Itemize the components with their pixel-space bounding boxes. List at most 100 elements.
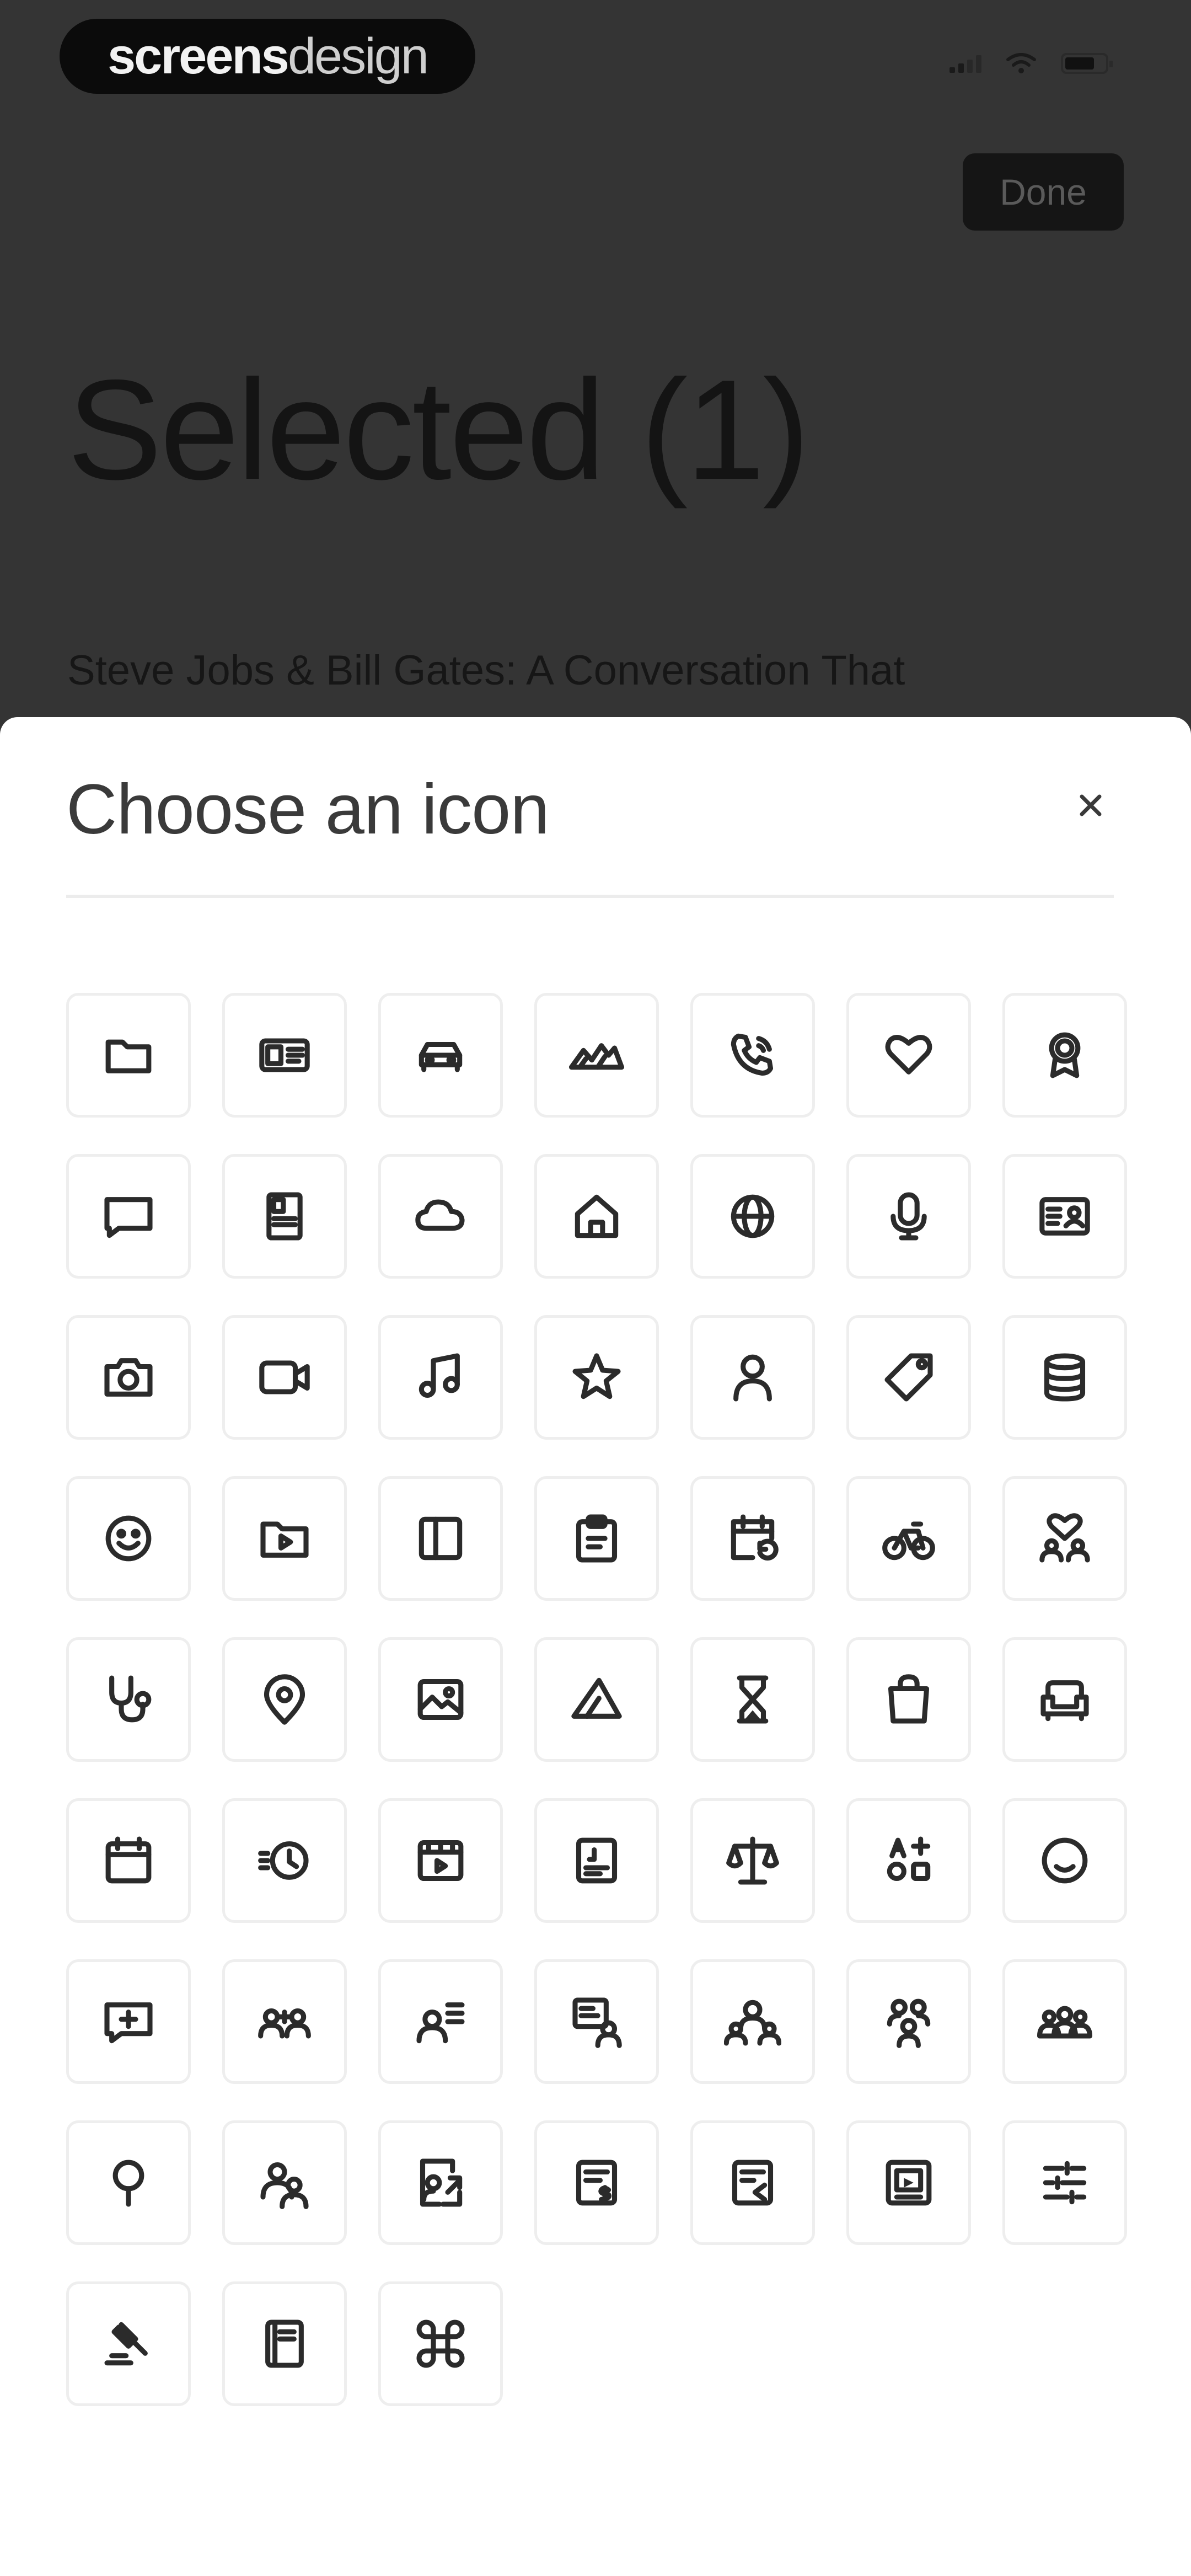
stethoscope-icon <box>109 1675 152 1723</box>
signal-icon <box>949 54 981 73</box>
icon-option[interactable] <box>66 2120 191 2245</box>
icon-option[interactable] <box>690 1798 815 1923</box>
sheet-title: Choose an icon <box>66 770 549 849</box>
icon-option[interactable] <box>846 1959 971 2084</box>
icon-option[interactable] <box>378 1798 503 1923</box>
icon-option[interactable] <box>66 1637 191 1762</box>
icon-option[interactable] <box>222 1476 347 1601</box>
icon-option[interactable] <box>690 1476 815 1601</box>
image-icon <box>417 1679 464 1720</box>
done-button[interactable]: Done <box>963 153 1124 231</box>
brand-logo: screens design <box>60 19 475 94</box>
icon-option[interactable] <box>1002 1315 1127 1440</box>
invoice-icon <box>576 2160 618 2206</box>
phone-icon <box>731 1033 774 1076</box>
icon-option[interactable] <box>534 1476 659 1601</box>
calendar-icon <box>105 1836 152 1884</box>
icon-option[interactable] <box>66 1959 191 2084</box>
icon-option[interactable] <box>222 1798 347 1923</box>
icon-option[interactable] <box>1002 2120 1127 2245</box>
icon-option[interactable] <box>222 993 347 1118</box>
user-badge-icon <box>572 1997 622 2048</box>
icon-option[interactable] <box>534 1315 659 1440</box>
brand-logo-part2: design <box>287 28 429 84</box>
icon-option[interactable] <box>690 1154 815 1279</box>
icon-option[interactable] <box>378 1154 503 1279</box>
camera-icon <box>104 1358 153 1397</box>
notebook-icon <box>265 2320 304 2368</box>
icon-option[interactable] <box>66 1798 191 1923</box>
team-icon <box>724 2000 781 2046</box>
users-couple-icon <box>258 2008 311 2039</box>
sliders-icon <box>1043 2161 1087 2205</box>
users-icon <box>260 2162 309 2209</box>
icon-grid <box>66 993 1127 2406</box>
icon-option[interactable] <box>846 1637 971 1762</box>
article-title[interactable]: Steve Jobs & Bill Gates: A Conversation … <box>67 646 905 694</box>
icon-option[interactable] <box>1002 1154 1127 1279</box>
icon-option[interactable] <box>846 1154 971 1279</box>
icon-option[interactable] <box>222 1154 347 1279</box>
icon-option[interactable] <box>534 1798 659 1923</box>
award-icon <box>1049 1032 1081 1078</box>
wifi-icon <box>1006 53 1036 73</box>
icon-option[interactable] <box>846 2120 971 2245</box>
id-card-icon <box>259 1038 310 1072</box>
shapes-icon <box>571 1677 622 1719</box>
contact-card-icon <box>1039 1197 1090 1236</box>
icon-option[interactable] <box>66 2281 191 2406</box>
calendar-repeat-icon <box>731 1514 779 1560</box>
icon-option[interactable] <box>690 993 815 1118</box>
bag-icon <box>888 1674 930 1724</box>
icon-option[interactable] <box>378 1959 503 2084</box>
icon-option[interactable] <box>534 1637 659 1762</box>
command-icon <box>416 2320 465 2368</box>
icon-option[interactable] <box>1002 1959 1127 2084</box>
document-share-icon <box>420 2158 463 2207</box>
smiley-icon <box>105 1515 152 1562</box>
icon-option[interactable] <box>690 2120 815 2245</box>
icon-option[interactable] <box>846 1315 971 1440</box>
icon-option[interactable] <box>66 993 191 1118</box>
icon-option[interactable] <box>66 1315 191 1440</box>
icon-option[interactable] <box>690 1315 815 1440</box>
sheet-divider <box>66 895 1114 898</box>
icon-option[interactable] <box>378 1637 503 1762</box>
icon-option[interactable] <box>846 993 971 1118</box>
icon-option[interactable] <box>1002 1798 1127 1923</box>
icon-option[interactable] <box>66 1154 191 1279</box>
icon-option[interactable] <box>534 993 659 1118</box>
pin-icon <box>112 2160 144 2207</box>
icon-option[interactable] <box>222 1959 347 2084</box>
user-icon <box>733 1354 772 1402</box>
icon-option[interactable] <box>378 993 503 1118</box>
icon-option[interactable] <box>846 1798 971 1923</box>
video-icon <box>259 1360 310 1394</box>
icon-option[interactable] <box>378 2120 503 2245</box>
icon-option[interactable] <box>534 2120 659 2245</box>
gavel-icon <box>104 2322 148 2366</box>
icon-option[interactable] <box>690 1959 815 2084</box>
icon-option[interactable] <box>1002 993 1127 1118</box>
icon-option[interactable] <box>66 1476 191 1601</box>
scale-icon <box>726 1836 779 1885</box>
icon-option[interactable] <box>222 1637 347 1762</box>
icon-option[interactable] <box>1002 1637 1127 1762</box>
battery-icon <box>1061 53 1113 74</box>
icon-option[interactable] <box>378 2281 503 2406</box>
movie-ticket-icon <box>417 1840 464 1882</box>
icon-option[interactable] <box>690 1637 815 1762</box>
icon-option[interactable] <box>534 1959 659 2084</box>
icon-option[interactable] <box>222 2120 347 2245</box>
user-list-icon <box>416 2002 465 2044</box>
icon-option[interactable] <box>846 1476 971 1601</box>
icon-option[interactable] <box>378 1315 503 1440</box>
icon-option[interactable] <box>1002 1476 1127 1601</box>
close-button[interactable] <box>1064 779 1117 832</box>
icon-option[interactable] <box>378 1476 503 1601</box>
icon-option[interactable] <box>222 2281 347 2406</box>
icon-option[interactable] <box>534 1154 659 1279</box>
icon-option[interactable] <box>222 1315 347 1440</box>
sidebar-panel-icon <box>419 1516 463 1560</box>
cloud-icon <box>415 1199 465 1231</box>
